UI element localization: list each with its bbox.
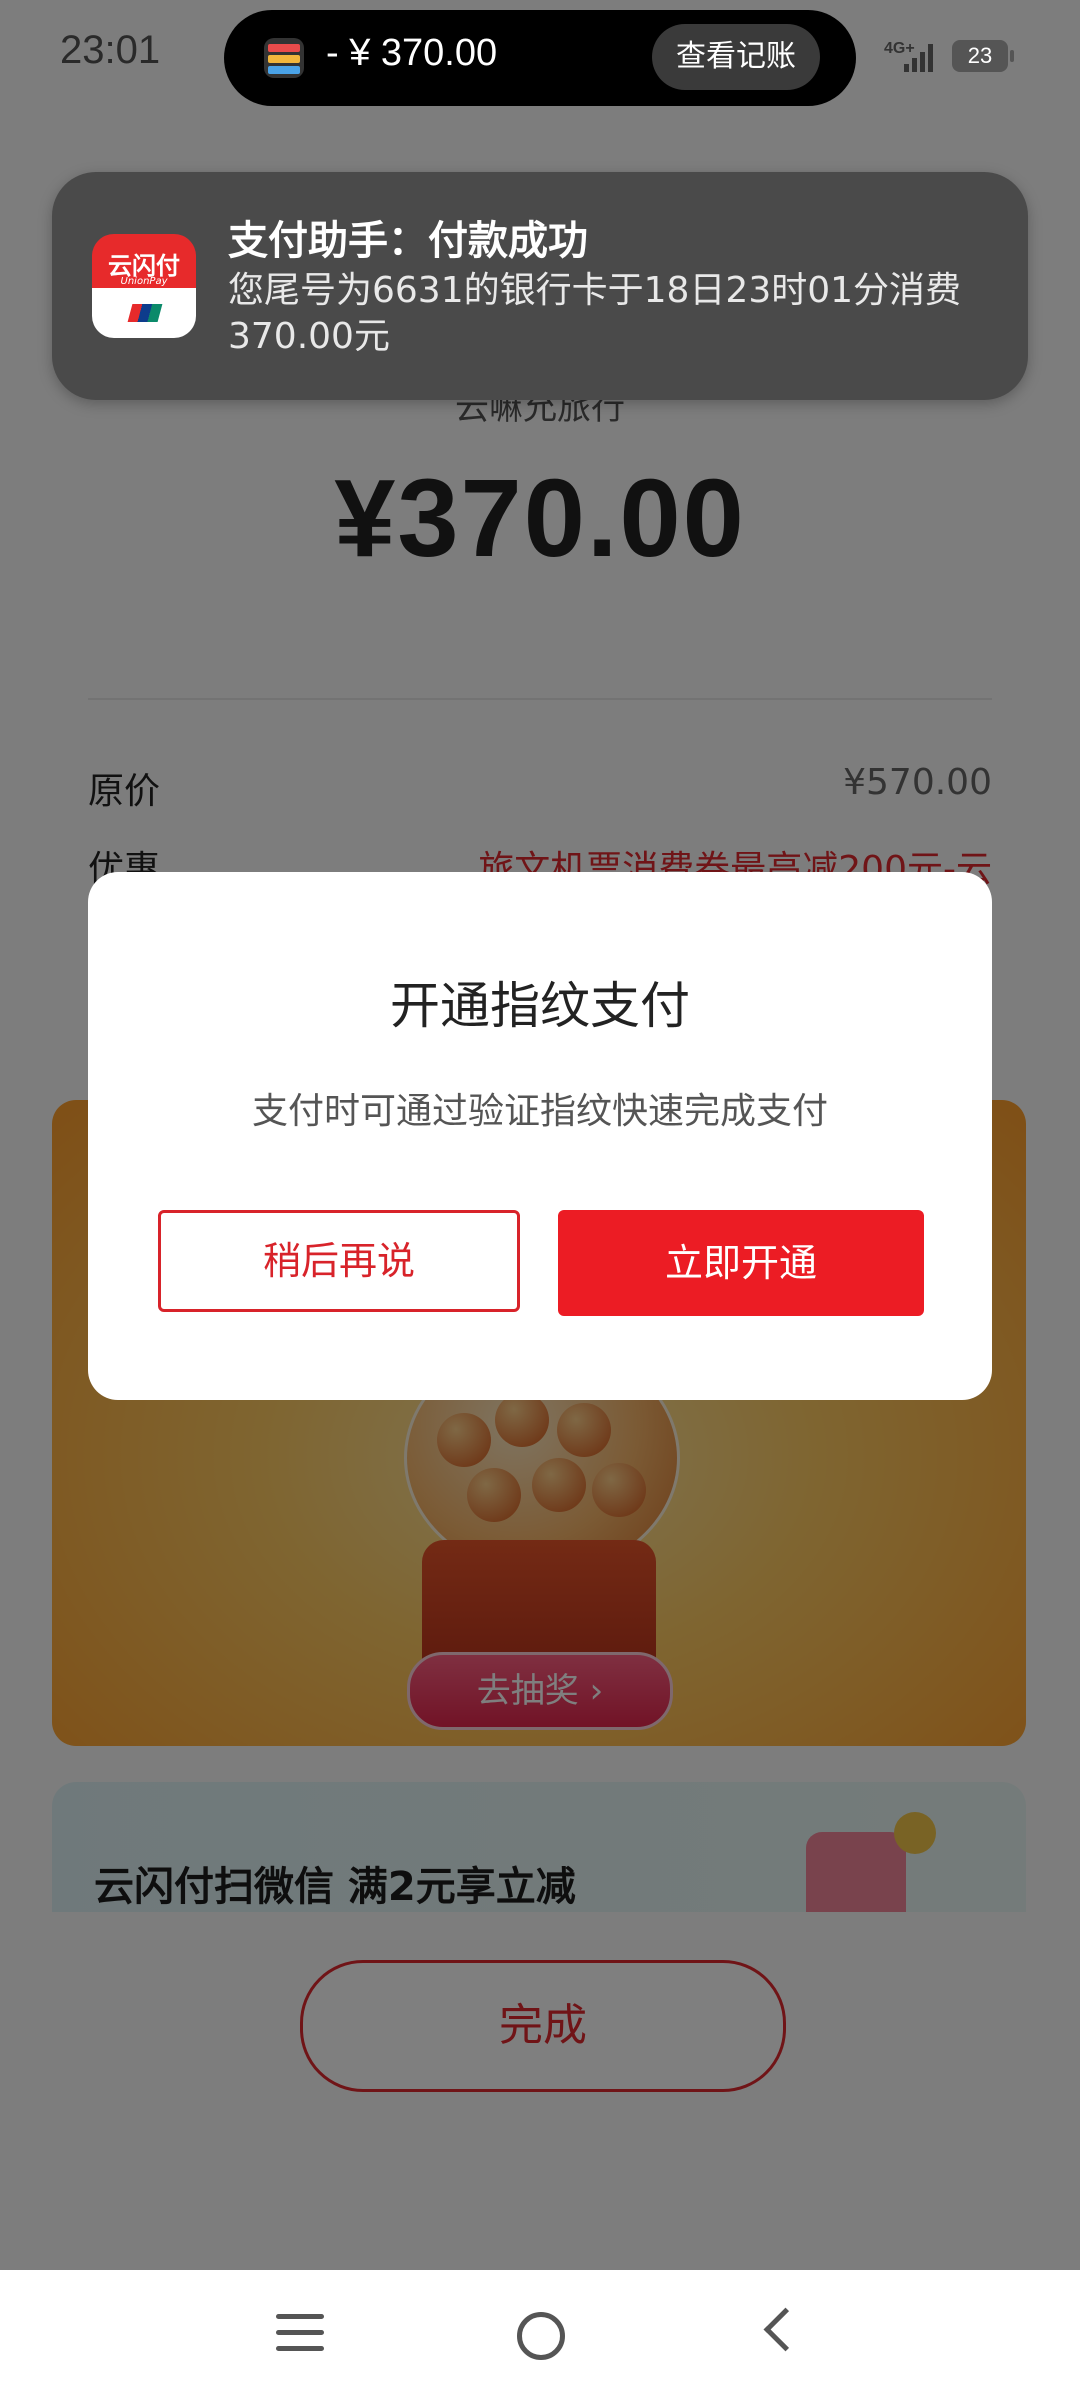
signal-icon <box>904 42 938 72</box>
battery-tip <box>1010 50 1014 62</box>
payment-notification[interactable]: 云闪付 UnionPay 支付助手：付款成功 您尾号为6631的银行卡于18日2… <box>52 172 1028 400</box>
battery-icon: 23 <box>952 40 1008 72</box>
later-button[interactable]: 稍后再说 <box>158 1210 520 1312</box>
menu-icon[interactable] <box>276 2314 324 2354</box>
fingerprint-dialog: 开通指纹支付 支付时可通过验证指纹快速完成支付 稍后再说 立即开通 <box>88 872 992 1400</box>
notification-title: 支付助手：付款成功 <box>228 218 588 264</box>
home-icon[interactable] <box>517 2312 565 2360</box>
enable-fingerprint-button[interactable]: 立即开通 <box>558 1210 924 1316</box>
status-time: 23:01 <box>60 28 161 72</box>
unionpay-app-icon: 云闪付 UnionPay <box>92 234 196 338</box>
system-nav-bar <box>0 2270 1080 2400</box>
view-records-button[interactable]: 查看记账 <box>652 24 820 90</box>
dialog-description: 支付时可通过验证指纹快速完成支付 <box>251 1091 828 1132</box>
dialog-title: 开通指纹支付 <box>390 977 690 1035</box>
notification-body: 您尾号为6631的银行卡于18日23时01分消费370.00元 <box>228 270 962 357</box>
back-icon[interactable] <box>763 2307 808 2352</box>
island-amount: - ¥ 370.00 <box>326 32 498 74</box>
dynamic-island[interactable]: - ¥ 370.00 查看记账 <box>224 10 856 106</box>
wallet-app-icon <box>264 38 304 78</box>
